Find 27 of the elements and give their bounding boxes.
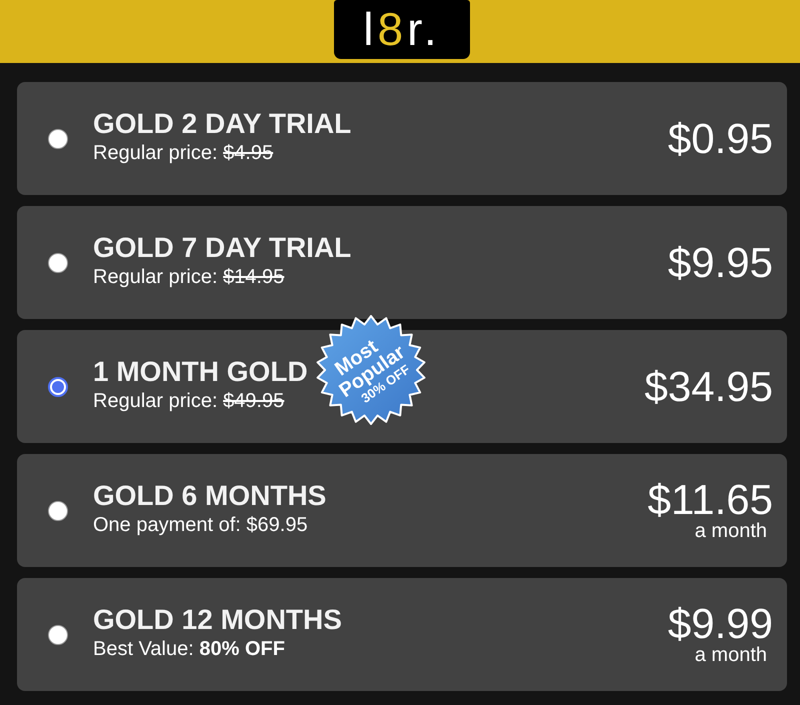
plan-option[interactable]: GOLD 7 DAY TRIAL Regular price: $14.95 $9.95 [17, 206, 787, 319]
radio-button[interactable] [48, 624, 68, 644]
plan-title: GOLD 6 MONTHS [93, 480, 326, 512]
plan-title: 1 MONTH GOLD [93, 356, 308, 388]
price: $0.95 [668, 118, 773, 160]
radio-button[interactable] [48, 376, 68, 396]
radio-button[interactable] [48, 252, 68, 272]
price: $34.95 [644, 366, 773, 408]
radio-button[interactable] [48, 500, 68, 520]
logo[interactable]: l8r. [334, 0, 470, 59]
regular-price-text: Regular price: $49.95 [93, 390, 284, 413]
price-period: a month [694, 645, 767, 666]
price: $11.65 [648, 479, 773, 521]
price: $9.95 [668, 242, 773, 284]
plan-title: GOLD 7 DAY TRIAL [93, 232, 352, 264]
plan-option[interactable]: GOLD 6 MONTHS One payment of: $69.95 $11.65 a month [17, 454, 787, 567]
plan-title: GOLD 12 MONTHS [93, 604, 342, 636]
price: $9.99 [668, 603, 773, 645]
radio-button[interactable] [48, 128, 68, 148]
price-period: a month [694, 521, 767, 542]
plan-option[interactable]: GOLD 2 DAY TRIAL Regular price: $4.95 $0.95 [17, 82, 787, 195]
regular-price-text: Regular price: $4.95 [93, 142, 274, 165]
plan-note: Best Value: 80% OFF [93, 638, 285, 661]
plan-title: GOLD 2 DAY TRIAL [93, 108, 352, 140]
plan-option[interactable]: GOLD 12 MONTHS Best Value: 80% OFF $9.99 a month [17, 578, 787, 691]
plan-note: One payment of: $69.95 [93, 514, 308, 537]
regular-price-text: Regular price: $14.95 [93, 266, 284, 289]
